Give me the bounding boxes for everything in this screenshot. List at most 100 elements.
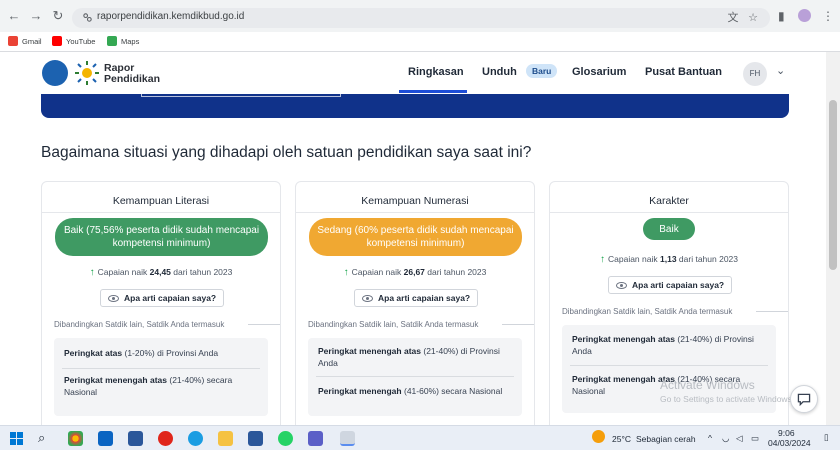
chrome-icon[interactable] (68, 431, 83, 446)
bookmark-maps[interactable]: Maps (107, 36, 139, 46)
bookmark-label: Maps (121, 36, 140, 46)
eye-icon (362, 294, 373, 302)
card-title: Kemampuan Numerasi (361, 195, 469, 207)
delta-suffix: dari tahun 2023 (427, 267, 487, 277)
arrow-up-icon: ↑ (89, 267, 95, 278)
weather-desc[interactable]: Sebagian cerah (636, 434, 696, 444)
divider (248, 324, 280, 325)
bookmark-star-icon[interactable]: ☆ (747, 12, 759, 24)
gmail-icon (8, 36, 18, 46)
eye-icon (108, 294, 119, 302)
battery-icon[interactable]: ▭ (751, 433, 759, 444)
divider (550, 212, 788, 213)
card-literasi: Kemampuan Literasi Baik (75,56% peserta … (41, 181, 281, 431)
status-pill: Baik (75,56% peserta didik sudah mencapa… (55, 218, 268, 256)
copilot-icon[interactable] (308, 431, 323, 446)
help-label: Apa arti capaian saya? (632, 280, 725, 290)
divider (756, 311, 788, 312)
rank-bold: Peringkat menengah atas (318, 346, 421, 356)
browser-toolbar: ← → ↻ raporpendidikan.kemdikbud.go.id 文 … (0, 0, 840, 32)
kemdikbud-logo[interactable] (42, 60, 68, 86)
activation-watermark-sub: Go to Settings to activate Windows. (660, 394, 795, 404)
weather-icon[interactable] (592, 430, 605, 443)
opera-icon[interactable] (158, 431, 173, 446)
site-logo-text[interactable]: Rapor Pendidikan (104, 63, 160, 85)
delta-text: ↑ Capaian naik 1,13 dari tahun 2023 (550, 254, 788, 265)
rank-national: Peringkat menengah (41-60%) secara Nasio… (318, 385, 512, 397)
card-title: Kemampuan Literasi (112, 195, 210, 207)
eye-icon (616, 281, 627, 289)
active-app-icon[interactable] (340, 431, 355, 446)
bookmark-youtube[interactable]: YouTube (52, 36, 95, 46)
scrollbar-thumb[interactable] (829, 100, 837, 270)
delta-prefix: Capaian naik (608, 254, 658, 264)
status-pill: Baik (643, 218, 695, 240)
status-pill: Sedang (60% peserta didik sudah mencapai… (309, 218, 522, 256)
nav-pusat-bantuan[interactable]: Pusat Bantuan (645, 66, 722, 78)
volume-icon[interactable]: ◁ (736, 433, 743, 444)
clock-date[interactable]: 04/03/2024 (768, 438, 811, 448)
clock-time[interactable]: 9:06 (778, 428, 795, 438)
url-text[interactable]: raporpendidikan.kemdikbud.go.id (97, 11, 244, 22)
maps-icon (107, 36, 117, 46)
search-icon[interactable]: ⌕ (38, 430, 45, 446)
help-button[interactable]: Apa arti capaian saya? (354, 289, 479, 307)
forward-icon[interactable]: → (28, 8, 44, 24)
nav-ringkasan[interactable]: Ringkasan (408, 66, 464, 78)
chevron-down-icon[interactable]: ⌄ (776, 64, 785, 77)
rank-bold: Peringkat menengah (318, 386, 402, 396)
mail-icon[interactable] (98, 431, 113, 446)
help-button[interactable]: Apa arti capaian saya? (608, 276, 733, 294)
arrow-up-icon: ↑ (600, 254, 605, 265)
nav-glosarium[interactable]: Glosarium (572, 66, 626, 78)
delta-text: ↑ Capaian naik 24,45 dari tahun 2023 (42, 267, 280, 278)
rank-bold: Peringkat atas (64, 348, 123, 358)
rank-province: Peringkat menengah atas (21-40%) di Prov… (318, 345, 512, 369)
bookmark-gmail[interactable]: Gmail (8, 36, 42, 46)
help-label: Apa arti capaian saya? (124, 293, 217, 303)
wifi-icon[interactable]: ◡ (722, 433, 729, 444)
sidebar-icon[interactable]: ▮ (778, 9, 785, 23)
rank-province: Peringkat atas (1-20%) di Provinsi Anda (64, 347, 258, 359)
menu-kebab-icon[interactable]: ⋮ (822, 9, 834, 23)
delta-prefix: Capaian naik (351, 267, 402, 277)
divider (62, 368, 260, 369)
bookmarks-bar: Gmail YouTube Maps (0, 32, 840, 52)
rank-bold: Peringkat menengah atas (64, 375, 167, 385)
reload-icon[interactable]: ↻ (50, 8, 66, 24)
divider (42, 212, 280, 213)
tray-chevron-icon[interactable]: ^ (708, 433, 712, 443)
translate-icon[interactable]: 文 (727, 12, 739, 24)
divider (502, 324, 534, 325)
site-info-icon[interactable] (82, 12, 93, 23)
section-title: Bagaimana situasi yang dihadapi oleh sat… (41, 144, 532, 161)
delta-text: ↑ Capaian naik 26,67 dari tahun 2023 (296, 267, 534, 278)
edge-icon[interactable] (188, 431, 203, 446)
notification-icon[interactable]: ▯ (824, 432, 829, 443)
delta-value: 24,45 (149, 267, 171, 277)
weather-temp[interactable]: 25°C (612, 434, 631, 444)
help-chat-button[interactable] (790, 385, 818, 413)
profile-avatar[interactable] (798, 9, 811, 22)
word-icon[interactable] (248, 431, 263, 446)
file-explorer-icon[interactable] (218, 431, 233, 446)
delta-prefix: Capaian naik (97, 267, 148, 277)
nav-unduh[interactable]: Unduh (482, 66, 517, 78)
store-icon[interactable] (128, 431, 143, 446)
back-icon[interactable]: ← (6, 8, 22, 24)
address-bar[interactable]: raporpendidikan.kemdikbud.go.id 文 ☆ (72, 8, 770, 28)
card-title: Karakter (649, 195, 689, 207)
windows-start-icon[interactable] (10, 432, 23, 445)
banner-input-edge (141, 94, 341, 97)
whatsapp-icon[interactable] (278, 431, 293, 446)
active-nav-indicator (399, 90, 467, 93)
rank-bold: Peringkat menengah atas (572, 334, 675, 344)
user-avatar[interactable]: FH (743, 62, 767, 86)
rank-box: Peringkat menengah atas (21-40%) di Prov… (308, 338, 522, 416)
bookmark-label: YouTube (66, 36, 96, 46)
rank-province: Peringkat menengah atas (21-40%) di Prov… (572, 333, 766, 357)
site-header: Rapor Pendidikan Ringkasan Unduh Baru Gl… (0, 52, 826, 94)
compare-label: Dibandingkan Satdik lain, Satdik Anda te… (562, 307, 733, 316)
hero-banner (41, 94, 789, 118)
help-button[interactable]: Apa arti capaian saya? (100, 289, 225, 307)
